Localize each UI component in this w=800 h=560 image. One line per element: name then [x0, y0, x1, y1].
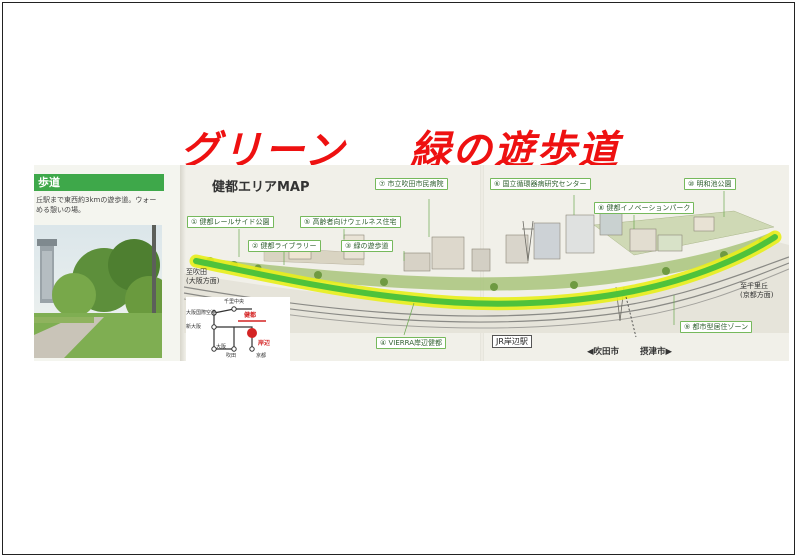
route-row2: 新大阪	[186, 324, 202, 330]
route-mid2: 京都	[256, 353, 267, 359]
route-row1: 大阪国際空港	[186, 310, 217, 316]
map-title: 健都エリアMAP	[212, 180, 310, 195]
map-illustration	[183, 191, 789, 338]
route-top: 千里中央	[224, 299, 245, 305]
route-kishibe: 岸辺	[258, 340, 271, 347]
point-tag-7: ⑦ 市立吹田市民病院	[375, 178, 448, 190]
route-diagram: 千里中央 大阪国際空港 新大阪 大阪 吹田 京都 健都 岸辺	[186, 297, 290, 361]
point-tag-2: ② 健都ライブラリー	[248, 240, 321, 252]
point-tag-8: ⑧ 健都イノベーションパーク	[594, 202, 695, 214]
route-row3: 大阪	[216, 344, 227, 350]
brochure-strip: 歩道 丘駅まで東西約3kmの遊歩道。ウォー める憩いの場。 健都エリアMAP ①…	[34, 165, 789, 361]
route-kento: 健都	[244, 312, 257, 319]
direction-left: 至吹田 (大阪方面)	[186, 268, 220, 285]
route-mid1: 吹田	[226, 353, 237, 359]
station-label: JR岸辺駅	[492, 335, 532, 348]
route-lines	[211, 306, 266, 352]
point-tag-1: ① 健都レールサイド公園	[187, 216, 274, 228]
point-tag-9: ⑨ 都市型居住ゾーン	[680, 321, 753, 333]
direction-right: 至千里丘 (京都方面)	[740, 282, 774, 299]
city-right: 摂津市▶	[640, 347, 673, 357]
point-tag-10: ⑩ 明和池公園	[684, 178, 736, 190]
point-tag-3: ③ 緑の遊歩道	[341, 240, 393, 252]
point-tag-5: ⑤ 高齢者向けウェルネス住宅	[300, 216, 401, 228]
kishibe-marker	[247, 328, 257, 338]
point-tag-4: ④ VIERRA岸辺健都	[376, 337, 447, 349]
point-tag-6: ⑥ 国立循環器病研究センター	[490, 178, 591, 190]
city-left: ◀吹田市	[587, 347, 620, 357]
